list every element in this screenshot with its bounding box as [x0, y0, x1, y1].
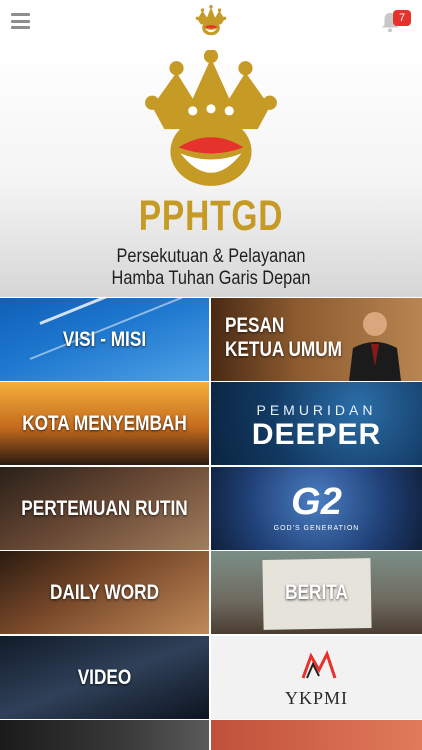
tile-visi-misi[interactable]: VISI - MISI — [0, 298, 209, 381]
tile-ykpmi[interactable]: YKPMI — [211, 636, 422, 719]
ykpmi-logo-text: YKPMI — [284, 688, 348, 708]
brand-subtitle-line2: Hamba Tuhan Garis Depan — [111, 268, 311, 289]
tile-label: PERTEMUAN RUTIN — [21, 496, 188, 520]
tile-label-main: DEEPER — [251, 418, 382, 451]
tile-label-top: PEMURIDAN — [256, 402, 377, 418]
g2-logo-text: G2 — [291, 481, 342, 523]
crown-logo-icon — [195, 5, 227, 36]
g2-logo-subtext: GOD'S GENERATION — [273, 525, 360, 532]
hero-banner: PPHTGD Persekutuan & Pelayanan Hamba Tuh… — [0, 44, 422, 297]
tile-pemuridan-deeper[interactable]: PEMURIDAN DEEPER — [211, 382, 422, 465]
ykpmi-logo-icon — [301, 650, 337, 679]
top-app-bar: 7 — [0, 0, 422, 44]
tile-label-line1: PESAN — [225, 314, 285, 337]
tile-label: BERITA — [285, 580, 348, 604]
person-portrait-icon — [349, 312, 401, 381]
tile-kota-menyembah[interactable]: KOTA MENYEMBAH — [0, 382, 209, 465]
crown-emblem-icon — [145, 50, 277, 186]
tile-daily-word[interactable]: DAILY WORD — [0, 551, 209, 634]
tile-pertemuan-rutin[interactable]: PERTEMUAN RUTIN — [0, 467, 209, 550]
tile-label: DAILY WORD — [49, 580, 160, 604]
tile-label: VISI - MISI — [62, 327, 147, 351]
tile-label-line2: KETUA UMUM — [225, 338, 343, 361]
tile-pesan-ketua-umum[interactable]: PESAN KETUA UMUM — [211, 298, 422, 381]
brand-title: PPHTGD — [138, 192, 284, 240]
tile-berita[interactable]: BERITA — [211, 551, 422, 634]
brand-subtitle-line1: Persekutuan & Pelayanan — [116, 246, 306, 267]
tile-g2-gods-generation[interactable]: G2 GOD'S GENERATION — [211, 467, 422, 550]
tile-label: PESAN KETUA UMUM — [225, 314, 342, 362]
tile-partial-left[interactable] — [0, 720, 209, 750]
notification-badge: 7 — [393, 10, 411, 26]
tile-partial-right[interactable] — [211, 720, 422, 750]
tile-label: KOTA MENYEMBAH — [22, 411, 187, 435]
tile-video[interactable]: VIDEO — [0, 636, 209, 719]
tile-label: VIDEO — [77, 665, 132, 689]
hamburger-menu-icon[interactable] — [11, 13, 30, 29]
